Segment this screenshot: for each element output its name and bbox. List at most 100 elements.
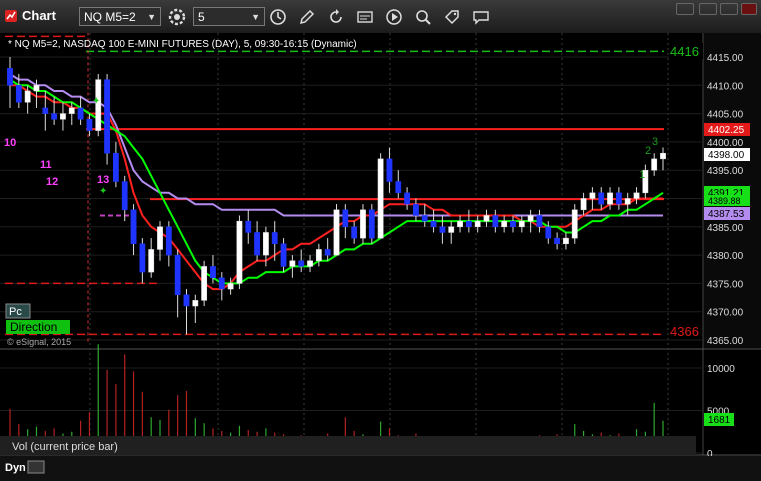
minimize-button[interactable] <box>676 3 694 15</box>
candle-body <box>580 198 587 211</box>
play-icon[interactable] <box>384 7 404 27</box>
settings-gear-icon[interactable] <box>167 7 187 27</box>
green-arrow-icon: ✦ <box>92 96 100 107</box>
window-title: Chart <box>22 8 56 23</box>
chevron-down-icon: ▼ <box>251 12 260 22</box>
candle-body <box>395 181 402 194</box>
interval-dropdown[interactable]: 5 ▼ <box>193 7 265 26</box>
candle-body <box>404 192 410 205</box>
refresh-icon[interactable] <box>326 7 346 27</box>
chart-app-icon <box>5 10 17 22</box>
candle-body <box>527 215 534 222</box>
candle-body <box>474 220 481 228</box>
level-tag-top: 4416 <box>670 44 699 59</box>
candle-body <box>236 220 243 284</box>
candle-body <box>148 249 155 273</box>
bar-number-13: 13 <box>97 174 109 186</box>
candle-body <box>360 209 366 239</box>
candle-body <box>615 192 622 205</box>
price-tick-label: 4365.00 <box>707 336 744 347</box>
candle-body <box>413 203 419 216</box>
candle-body <box>651 158 658 171</box>
candle-body <box>386 158 393 182</box>
candle-body <box>139 243 146 273</box>
candle-body <box>607 192 613 205</box>
tag-icon[interactable] <box>442 7 462 27</box>
candle-body <box>280 243 287 267</box>
pc-legend[interactable]: Pc <box>9 306 22 318</box>
candle-body <box>157 226 163 250</box>
candle-body <box>165 226 172 256</box>
price-tag-hidden: 4389.88 <box>708 196 741 206</box>
quote-icon[interactable] <box>355 7 375 27</box>
candle-body <box>51 113 58 120</box>
price-tick-label: 4405.00 <box>707 110 744 121</box>
green-arrow-icon: ✦ <box>99 186 107 197</box>
candle-body <box>457 220 463 228</box>
candle-body <box>201 266 208 301</box>
price-tick-label: 4400.00 <box>707 138 744 149</box>
dyn-settings-icon[interactable] <box>27 460 45 474</box>
close-button[interactable] <box>741 3 757 15</box>
candle-body <box>421 215 428 222</box>
candle-body <box>174 254 181 295</box>
level-tag-bottom: 4366 <box>670 324 699 339</box>
candle-body <box>15 85 22 103</box>
bar-number-12: 12 <box>46 176 58 188</box>
candle-body <box>245 220 252 233</box>
price-tick-label: 4370.00 <box>707 308 744 319</box>
message-icon[interactable] <box>471 7 491 27</box>
candle-body <box>315 249 322 262</box>
candle-body <box>104 79 110 154</box>
candle-body <box>439 226 446 233</box>
candle-body <box>112 152 119 182</box>
candle-body <box>68 107 75 114</box>
volume-tick-label: 10000 <box>707 364 735 375</box>
candle-body <box>492 215 499 228</box>
candle-body <box>77 107 84 120</box>
direction-legend[interactable]: Direction <box>10 320 57 334</box>
candle-body <box>483 215 490 222</box>
price-tag-last: 4398.00 <box>708 150 745 161</box>
symbol-dropdown[interactable]: NQ M5=2 ▼ <box>79 7 161 26</box>
candle-body <box>218 277 225 290</box>
price-tick-label: 4375.00 <box>707 279 744 290</box>
chart-header: * NQ M5=2, NASDAQ 100 E-MINI FUTURES (DA… <box>8 39 357 50</box>
candle-body <box>263 232 269 256</box>
interval-value: 5 <box>198 10 205 24</box>
candle-body <box>598 192 605 205</box>
price-tick-label: 4410.00 <box>707 81 744 92</box>
candle-body <box>7 68 13 86</box>
candle-body <box>536 215 543 228</box>
candle-body <box>430 220 437 228</box>
chart-toolbar: Chart NQ M5=2 ▼ 5 ▼ <box>0 0 761 34</box>
candle-body <box>571 209 578 239</box>
candle-body <box>660 152 666 160</box>
candle-body <box>624 198 631 205</box>
candle-body <box>563 237 569 245</box>
candle-body <box>298 260 305 267</box>
candle-body <box>33 85 40 92</box>
candle-body <box>333 209 340 256</box>
candle-body <box>121 181 128 211</box>
bar-number-2: 2 <box>645 145 651 157</box>
bar-number-11: 11 <box>40 159 52 171</box>
restore-button[interactable] <box>720 3 738 15</box>
volume-label: Vol (current price bar) <box>12 441 118 453</box>
price-chart[interactable]: 1411:0012:0013:0014:0015:00154415.004410… <box>0 33 761 481</box>
candle-body <box>324 249 331 256</box>
candle-body <box>518 220 525 228</box>
chevron-down-icon: ▼ <box>147 12 156 22</box>
candle-body <box>192 300 199 307</box>
dyn-label[interactable]: Dyn <box>5 462 26 474</box>
pencil-draw-icon[interactable] <box>297 7 317 27</box>
price-tick-label: 4385.00 <box>707 223 744 234</box>
clock-icon[interactable] <box>268 7 288 27</box>
price-tick-label: 4395.00 <box>707 166 744 177</box>
bar-number-10: 10 <box>4 137 16 149</box>
bar-number-1: 1 <box>639 169 645 181</box>
maximize-button[interactable] <box>699 3 717 15</box>
candle-body <box>210 266 216 278</box>
candle-body <box>589 192 596 199</box>
search-icon[interactable] <box>413 7 433 27</box>
